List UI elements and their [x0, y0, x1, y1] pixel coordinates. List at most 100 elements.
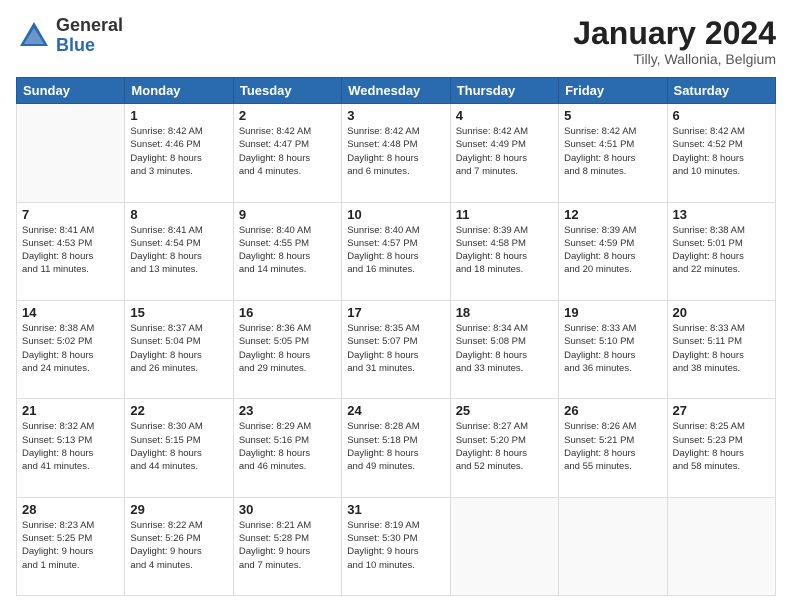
- calendar-cell: 17Sunrise: 8:35 AMSunset: 5:07 PMDayligh…: [342, 300, 450, 398]
- day-info: Sunrise: 8:33 AMSunset: 5:11 PMDaylight:…: [673, 322, 770, 375]
- day-number: 6: [673, 108, 770, 123]
- day-number: 20: [673, 305, 770, 320]
- day-info: Sunrise: 8:27 AMSunset: 5:20 PMDaylight:…: [456, 420, 553, 473]
- calendar-cell: 1 Sunrise: 8:42 AMSunset: 4:46 PMDaylight…: [125, 104, 233, 202]
- day-info: Sunrise: 8:25 AMSunset: 5:23 PMDaylight:…: [673, 420, 770, 473]
- day-number: 31: [347, 502, 444, 517]
- calendar-cell: 4 Sunrise: 8:42 AMSunset: 4:49 PMDaylight…: [450, 104, 558, 202]
- col-header-tuesday: Tuesday: [233, 78, 341, 104]
- calendar-cell: 8 Sunrise: 8:41 AMSunset: 4:54 PMDaylight…: [125, 202, 233, 300]
- day-number: 12: [564, 207, 661, 222]
- calendar-cell: 5 Sunrise: 8:42 AMSunset: 4:51 PMDaylight…: [559, 104, 667, 202]
- header: General Blue January 2024 Tilly, Walloni…: [16, 16, 776, 67]
- day-number: 27: [673, 403, 770, 418]
- day-info: Sunrise: 8:30 AMSunset: 5:15 PMDaylight:…: [130, 420, 227, 473]
- location-subtitle: Tilly, Wallonia, Belgium: [573, 51, 776, 67]
- day-number: 8: [130, 207, 227, 222]
- day-number: 16: [239, 305, 336, 320]
- day-number: 28: [22, 502, 119, 517]
- calendar-cell: 3 Sunrise: 8:42 AMSunset: 4:48 PMDaylight…: [342, 104, 450, 202]
- calendar-cell: 19 Sunrise: 8:33 AMSunset: 5:10 PMDayligh…: [559, 300, 667, 398]
- day-info: Sunrise: 8:19 AMSunset: 5:30 PMDaylight:…: [347, 519, 444, 572]
- calendar-cell: 29Sunrise: 8:22 AMSunset: 5:26 PMDayligh…: [125, 497, 233, 595]
- day-info: Sunrise: 8:42 AMSunset: 4:51 PMDaylight:…: [564, 125, 661, 178]
- col-header-wednesday: Wednesday: [342, 78, 450, 104]
- calendar-cell: [559, 497, 667, 595]
- day-info: Sunrise: 8:28 AMSunset: 5:18 PMDaylight:…: [347, 420, 444, 473]
- day-number: 19: [564, 305, 661, 320]
- calendar-cell: 14Sunrise: 8:38 AMSunset: 5:02 PMDayligh…: [17, 300, 125, 398]
- day-info: Sunrise: 8:42 AMSunset: 4:46 PMDaylight:…: [130, 125, 227, 178]
- day-number: 11: [456, 207, 553, 222]
- day-number: 2: [239, 108, 336, 123]
- day-number: 7: [22, 207, 119, 222]
- calendar-cell: 16 Sunrise: 8:36 AMSunset: 5:05 PMDayligh…: [233, 300, 341, 398]
- day-number: 15: [130, 305, 227, 320]
- header-row: SundayMondayTuesdayWednesdayThursdayFrid…: [17, 78, 776, 104]
- col-header-saturday: Saturday: [667, 78, 775, 104]
- calendar-cell: 31 Sunrise: 8:19 AMSunset: 5:30 PMDayligh…: [342, 497, 450, 595]
- day-info: Sunrise: 8:39 AMSunset: 4:58 PMDaylight:…: [456, 224, 553, 277]
- week-row-5: 28 Sunrise: 8:23 AMSunset: 5:25 PMDayligh…: [17, 497, 776, 595]
- calendar-cell: 25 Sunrise: 8:27 AMSunset: 5:20 PMDayligh…: [450, 399, 558, 497]
- day-info: Sunrise: 8:32 AMSunset: 5:13 PMDaylight:…: [22, 420, 119, 473]
- calendar-cell: 21Sunrise: 8:32 AMSunset: 5:13 PMDayligh…: [17, 399, 125, 497]
- calendar-cell: 22Sunrise: 8:30 AMSunset: 5:15 PMDayligh…: [125, 399, 233, 497]
- day-number: 26: [564, 403, 661, 418]
- col-header-thursday: Thursday: [450, 78, 558, 104]
- logo-general: General: [56, 16, 123, 36]
- calendar-cell: 28 Sunrise: 8:23 AMSunset: 5:25 PMDayligh…: [17, 497, 125, 595]
- day-info: Sunrise: 8:23 AMSunset: 5:25 PMDaylight:…: [22, 519, 119, 572]
- day-number: 10: [347, 207, 444, 222]
- day-info: Sunrise: 8:21 AMSunset: 5:28 PMDaylight:…: [239, 519, 336, 572]
- calendar-cell: [667, 497, 775, 595]
- day-number: 24: [347, 403, 444, 418]
- calendar-cell: 20 Sunrise: 8:33 AMSunset: 5:11 PMDayligh…: [667, 300, 775, 398]
- day-number: 5: [564, 108, 661, 123]
- day-number: 23: [239, 403, 336, 418]
- calendar-cell: 30 Sunrise: 8:21 AMSunset: 5:28 PMDayligh…: [233, 497, 341, 595]
- day-number: 29: [130, 502, 227, 517]
- page: General Blue January 2024 Tilly, Walloni…: [0, 0, 792, 612]
- day-number: 18: [456, 305, 553, 320]
- logo-text: General Blue: [56, 16, 123, 56]
- day-info: Sunrise: 8:38 AMSunset: 5:01 PMDaylight:…: [673, 224, 770, 277]
- day-number: 30: [239, 502, 336, 517]
- calendar-cell: [17, 104, 125, 202]
- col-header-monday: Monday: [125, 78, 233, 104]
- calendar-cell: 10 Sunrise: 8:40 AMSunset: 4:57 PMDayligh…: [342, 202, 450, 300]
- day-info: Sunrise: 8:26 AMSunset: 5:21 PMDaylight:…: [564, 420, 661, 473]
- logo-icon: [16, 18, 52, 54]
- day-info: Sunrise: 8:38 AMSunset: 5:02 PMDaylight:…: [22, 322, 119, 375]
- logo: General Blue: [16, 16, 123, 56]
- calendar-cell: 24 Sunrise: 8:28 AMSunset: 5:18 PMDayligh…: [342, 399, 450, 497]
- day-info: Sunrise: 8:36 AMSunset: 5:05 PMDaylight:…: [239, 322, 336, 375]
- calendar-cell: 23 Sunrise: 8:29 AMSunset: 5:16 PMDayligh…: [233, 399, 341, 497]
- day-number: 9: [239, 207, 336, 222]
- calendar: SundayMondayTuesdayWednesdayThursdayFrid…: [16, 77, 776, 596]
- day-info: Sunrise: 8:42 AMSunset: 4:52 PMDaylight:…: [673, 125, 770, 178]
- day-number: 1: [130, 108, 227, 123]
- day-info: Sunrise: 8:40 AMSunset: 4:57 PMDaylight:…: [347, 224, 444, 277]
- day-info: Sunrise: 8:33 AMSunset: 5:10 PMDaylight:…: [564, 322, 661, 375]
- day-number: 25: [456, 403, 553, 418]
- day-number: 13: [673, 207, 770, 222]
- col-header-friday: Friday: [559, 78, 667, 104]
- day-info: Sunrise: 8:41 AMSunset: 4:54 PMDaylight:…: [130, 224, 227, 277]
- day-info: Sunrise: 8:42 AMSunset: 4:47 PMDaylight:…: [239, 125, 336, 178]
- day-number: 3: [347, 108, 444, 123]
- day-info: Sunrise: 8:42 AMSunset: 4:49 PMDaylight:…: [456, 125, 553, 178]
- title-block: January 2024 Tilly, Wallonia, Belgium: [573, 16, 776, 67]
- week-row-2: 7Sunrise: 8:41 AMSunset: 4:53 PMDaylight…: [17, 202, 776, 300]
- day-info: Sunrise: 8:42 AMSunset: 4:48 PMDaylight:…: [347, 125, 444, 178]
- day-info: Sunrise: 8:29 AMSunset: 5:16 PMDaylight:…: [239, 420, 336, 473]
- day-info: Sunrise: 8:37 AMSunset: 5:04 PMDaylight:…: [130, 322, 227, 375]
- calendar-cell: 2 Sunrise: 8:42 AMSunset: 4:47 PMDaylight…: [233, 104, 341, 202]
- calendar-cell: [450, 497, 558, 595]
- calendar-cell: 7Sunrise: 8:41 AMSunset: 4:53 PMDaylight…: [17, 202, 125, 300]
- day-info: Sunrise: 8:40 AMSunset: 4:55 PMDaylight:…: [239, 224, 336, 277]
- day-info: Sunrise: 8:35 AMSunset: 5:07 PMDaylight:…: [347, 322, 444, 375]
- calendar-cell: 12Sunrise: 8:39 AMSunset: 4:59 PMDayligh…: [559, 202, 667, 300]
- day-number: 4: [456, 108, 553, 123]
- calendar-cell: 13 Sunrise: 8:38 AMSunset: 5:01 PMDayligh…: [667, 202, 775, 300]
